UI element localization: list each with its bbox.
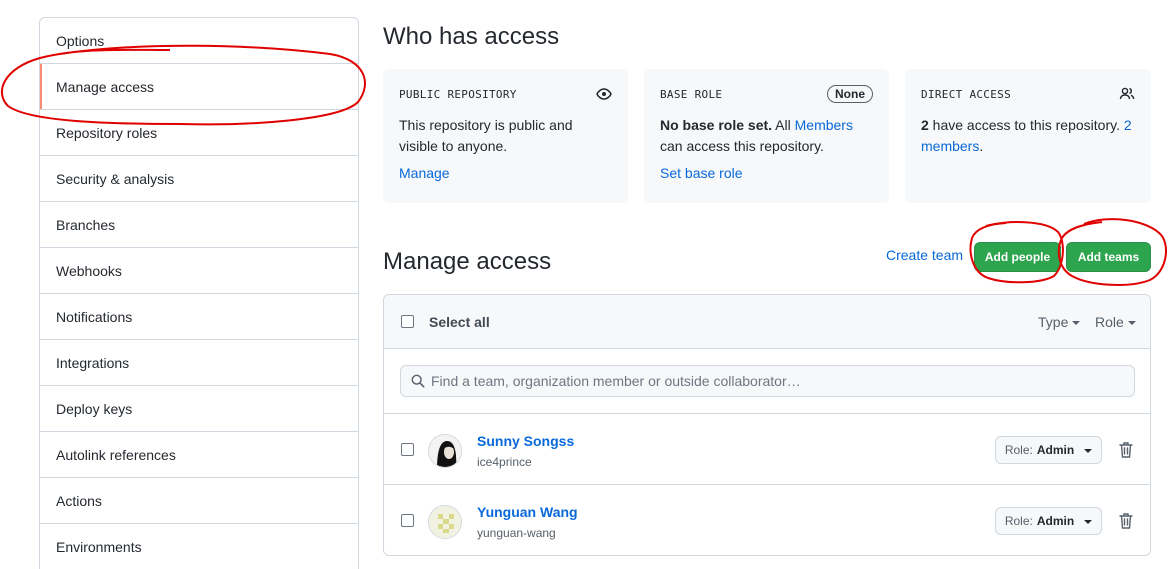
member-login: yunguan-wang — [477, 526, 556, 540]
chevron-down-icon — [1072, 321, 1081, 325]
role-dropdown[interactable]: Role: Admin — [995, 507, 1102, 535]
member-search — [400, 365, 1135, 397]
base-role-card: BASE ROLE None No base role set. All Mem… — [644, 69, 889, 203]
sidebar-item-notifications[interactable]: Notifications — [40, 294, 358, 340]
role-filter-dropdown[interactable]: Role — [1095, 314, 1136, 330]
sidebar-item-branches[interactable]: Branches — [40, 202, 358, 248]
trash-icon[interactable] — [1118, 512, 1134, 530]
sidebar-item-label: Options — [56, 32, 105, 49]
create-team-link[interactable]: Create team — [886, 247, 963, 263]
access-list: Select all Type Role Sunny Songss ice4pr… — [383, 294, 1151, 556]
sidebar-item-deploy-keys[interactable]: Deploy keys — [40, 386, 358, 432]
sidebar-item-webhooks[interactable]: Webhooks — [40, 248, 358, 294]
member-login: ice4prince — [477, 455, 532, 469]
sidebar-item-label: Webhooks — [56, 262, 122, 279]
card-label: DIRECT ACCESS — [921, 87, 1011, 101]
direct-access-card: DIRECT ACCESS 2 have access to this repo… — [905, 69, 1151, 203]
select-all-checkbox[interactable] — [401, 315, 414, 328]
sidebar-item-security-analysis[interactable]: Security & analysis — [40, 156, 358, 202]
members-link[interactable]: Members — [795, 117, 853, 133]
manage-access-title: Manage access — [383, 248, 552, 275]
table-row: Sunny Songss ice4prince Role: Admin — [384, 414, 1150, 485]
sidebar-item-label: Deploy keys — [56, 400, 133, 417]
public-repository-card: PUBLIC REPOSITORY This repository is pub… — [383, 69, 628, 203]
sidebar-item-repository-roles[interactable]: Repository roles — [40, 110, 358, 156]
eye-icon — [596, 88, 612, 100]
access-list-header: Select all Type Role — [384, 295, 1150, 349]
select-all-label: Select all — [429, 314, 490, 330]
add-people-button[interactable]: Add people — [974, 242, 1061, 272]
card-text: No base role set. All Members can access… — [660, 117, 853, 154]
sidebar-item-label: Actions — [56, 492, 102, 509]
sidebar-item-label: Integrations — [56, 354, 130, 371]
chevron-down-icon — [1084, 449, 1093, 453]
search-icon — [411, 374, 425, 388]
trash-icon[interactable] — [1118, 441, 1134, 459]
row-checkbox[interactable] — [401, 443, 414, 456]
sidebar-item-label: Autolink references — [56, 446, 176, 463]
role-dropdown[interactable]: Role: Admin — [995, 436, 1102, 464]
sidebar-item-autolink-references[interactable]: Autolink references — [40, 432, 358, 478]
avatar — [428, 434, 462, 468]
sidebar-item-label: Security & analysis — [56, 170, 175, 187]
sidebar-item-options[interactable]: Options — [40, 18, 358, 64]
member-name-link[interactable]: Yunguan Wang — [477, 504, 578, 520]
add-teams-button[interactable]: Add teams — [1066, 242, 1151, 272]
card-text: 2 have access to this repository. 2 memb… — [921, 117, 1132, 154]
sidebar-item-label: Environments — [56, 538, 142, 555]
sidebar-item-environments[interactable]: Environments — [40, 524, 358, 569]
sidebar-item-label: Branches — [56, 216, 116, 233]
card-text: This repository is public and visible to… — [399, 117, 573, 154]
chevron-down-icon — [1084, 520, 1093, 524]
sidebar-item-integrations[interactable]: Integrations — [40, 340, 358, 386]
row-checkbox[interactable] — [401, 514, 414, 527]
table-row: Yunguan Wang yunguan-wang Role: Admin — [384, 485, 1150, 555]
avatar — [428, 505, 462, 539]
card-label: PUBLIC REPOSITORY — [399, 87, 517, 101]
sidebar-item-label: Notifications — [56, 308, 133, 325]
sidebar-item-label: Repository roles — [56, 124, 158, 141]
set-base-role-link[interactable]: Set base role — [660, 165, 743, 181]
member-name-link[interactable]: Sunny Songss — [477, 433, 574, 449]
manage-visibility-link[interactable]: Manage — [399, 165, 450, 181]
search-input[interactable] — [431, 373, 1134, 389]
sidebar-item-label: Manage access — [56, 78, 155, 95]
card-label: BASE ROLE — [660, 87, 723, 101]
who-has-access-title: Who has access — [383, 23, 560, 50]
sidebar-item-actions[interactable]: Actions — [40, 478, 358, 524]
type-filter-dropdown[interactable]: Type — [1038, 314, 1081, 330]
sidebar-item-manage-access[interactable]: Manage access — [40, 64, 358, 110]
settings-sidebar: Options Manage access Repository roles S… — [39, 17, 359, 569]
base-role-badge: None — [827, 85, 873, 103]
base-role-status: No base role set. — [660, 117, 773, 133]
people-icon — [1119, 87, 1135, 100]
direct-access-count: 2 — [921, 117, 929, 133]
chevron-down-icon — [1127, 321, 1136, 325]
